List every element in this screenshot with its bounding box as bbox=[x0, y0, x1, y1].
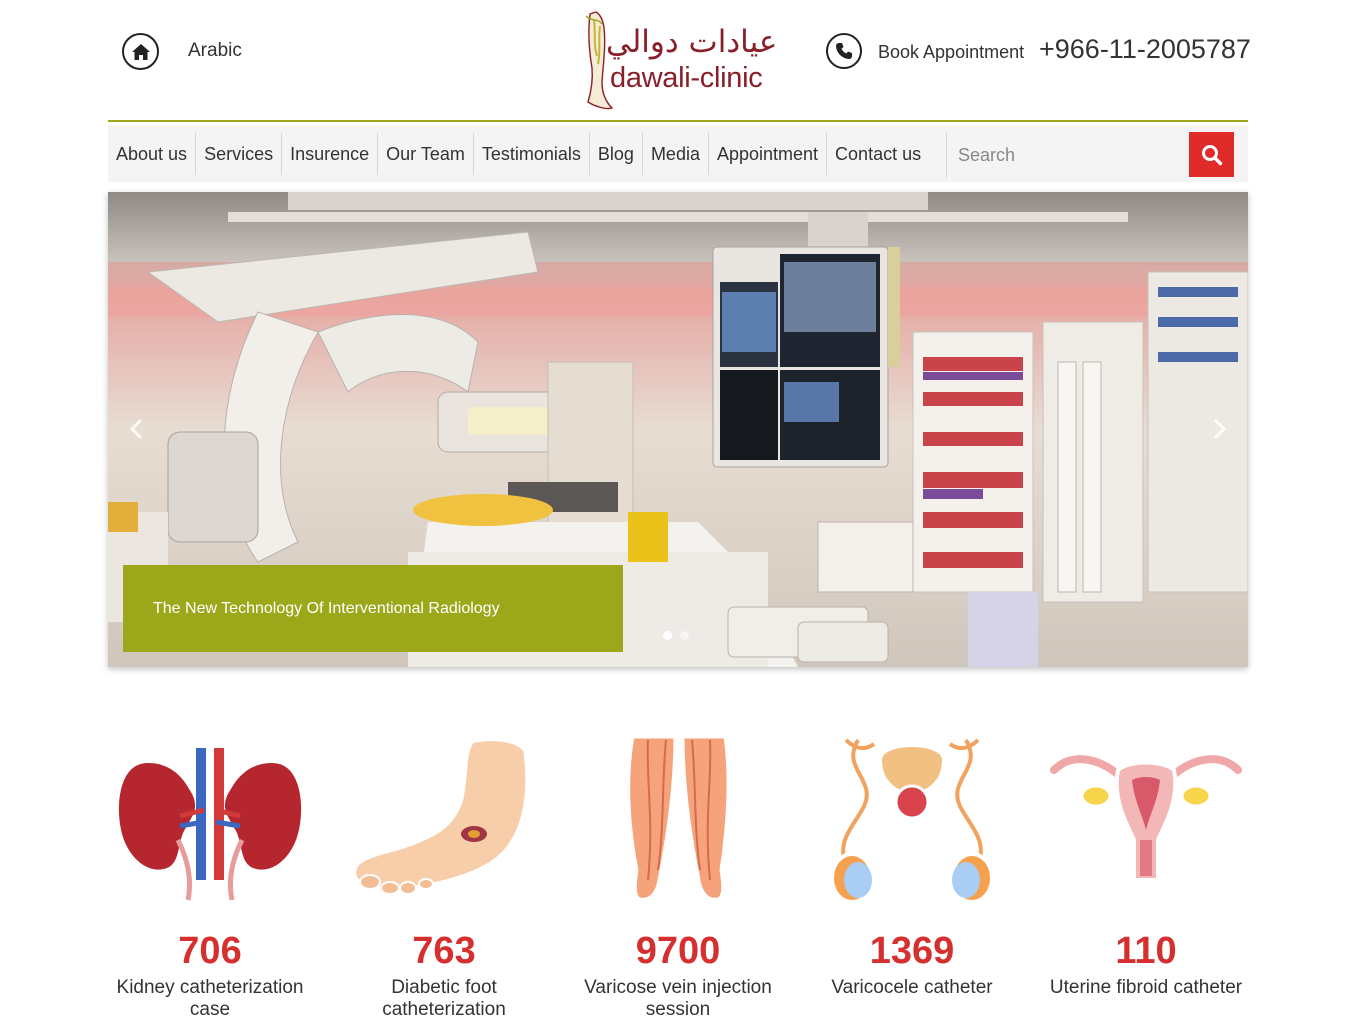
nav-item-services[interactable]: Services bbox=[196, 133, 283, 175]
stat-number: 706 bbox=[178, 930, 242, 972]
stat-number: 110 bbox=[1115, 930, 1177, 972]
hero-caption: The New Technology Of Interventional Rad… bbox=[123, 565, 623, 652]
phone-icon[interactable] bbox=[826, 33, 862, 69]
search-input[interactable] bbox=[947, 132, 1187, 178]
search-box bbox=[946, 132, 1238, 178]
search-button[interactable] bbox=[1189, 132, 1234, 177]
foot-icon bbox=[350, 735, 532, 895]
slider-next-arrow[interactable] bbox=[1204, 412, 1234, 446]
legs-icon bbox=[625, 733, 732, 903]
stat-number: 9700 bbox=[635, 930, 721, 972]
language-switch-link[interactable]: Arabic bbox=[188, 40, 242, 62]
nav-item-about-us[interactable]: About us bbox=[108, 133, 197, 175]
home-icon[interactable] bbox=[122, 33, 159, 70]
stat-label: Diabetic foot catheterization bbox=[382, 977, 506, 1020]
nav-list: About us Services Insurence Our Team Tes… bbox=[108, 133, 929, 175]
stat-uterine-fibroid: 110 Uterine fibroid catheter bbox=[1044, 730, 1248, 999]
book-appointment-label: Book Appointment bbox=[878, 42, 1025, 62]
stat-label: Varicose vein injection session bbox=[584, 977, 772, 1020]
stat-diabetic-foot: 763 Diabetic foot catheterization bbox=[342, 730, 546, 1021]
nav-item-appointment[interactable]: Appointment bbox=[709, 133, 828, 175]
nav-item-blog[interactable]: Blog bbox=[590, 133, 643, 175]
stat-kidney: 706 Kidney catheterization case bbox=[108, 730, 312, 1021]
logo-english-text: dawali-clinic bbox=[610, 62, 763, 94]
header-divider bbox=[108, 120, 1248, 122]
nav-item-testimonials[interactable]: Testimonials bbox=[474, 133, 590, 175]
slider-dots bbox=[663, 631, 689, 640]
nav-item-contact-us[interactable]: Contact us bbox=[827, 133, 929, 175]
phone-number-link[interactable]: +966-11-2005787 bbox=[1039, 34, 1251, 65]
male-reproductive-icon bbox=[830, 738, 994, 904]
slider-prev-arrow[interactable] bbox=[122, 412, 152, 446]
hero-slider: The New Technology Of Interventional Rad… bbox=[108, 192, 1248, 667]
stat-label: Uterine fibroid catheter bbox=[1049, 977, 1243, 998]
stat-number: 1369 bbox=[869, 930, 955, 972]
uterus-icon bbox=[1050, 755, 1242, 882]
stat-varicose-vein: 9700 Varicose vein injection session bbox=[576, 730, 780, 1021]
nav-item-media[interactable]: Media bbox=[643, 133, 709, 175]
stat-number: 763 bbox=[412, 930, 476, 972]
nav-item-our-team[interactable]: Our Team bbox=[378, 133, 474, 175]
slider-dot-2[interactable] bbox=[680, 631, 689, 640]
stat-label: Kidney catheterization case bbox=[116, 977, 304, 1020]
clinic-logo[interactable]: عيادات دوالي dawali-clinic bbox=[576, 10, 786, 114]
nav-item-insurance[interactable]: Insurence bbox=[282, 133, 379, 175]
logo-arabic-text: عيادات دوالي bbox=[606, 24, 778, 60]
slider-dot-1[interactable] bbox=[663, 631, 672, 640]
statistics-section: 706 Kidney catheterization case 763 Diab… bbox=[108, 730, 1248, 1031]
main-nav: About us Services Insurence Our Team Tes… bbox=[108, 126, 1248, 182]
kidney-icon bbox=[112, 748, 308, 901]
stat-label: Varicocele catheter bbox=[831, 977, 993, 998]
stat-varicocele: 1369 Varicocele catheter bbox=[810, 730, 1014, 999]
chevron-left-icon bbox=[129, 418, 143, 440]
site-header: Arabic عيادات دوالي dawali-clinic Book A… bbox=[108, 0, 1251, 120]
search-icon bbox=[1201, 144, 1222, 165]
hero-caption-text: The New Technology Of Interventional Rad… bbox=[153, 599, 500, 617]
chevron-right-icon bbox=[1213, 418, 1227, 440]
